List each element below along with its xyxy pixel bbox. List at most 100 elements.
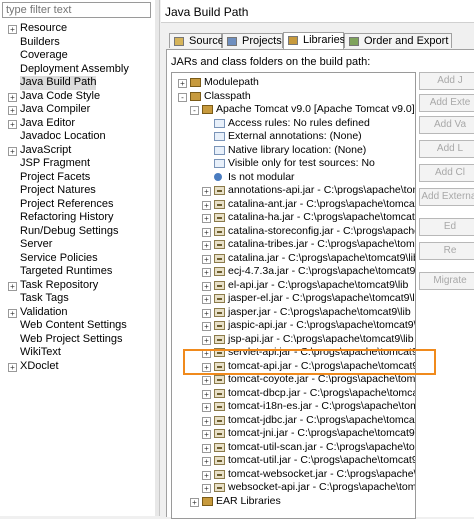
tab-libraries[interactable]: Libraries xyxy=(283,32,345,49)
nav-item[interactable]: Service Policies xyxy=(0,252,155,266)
tree-row[interactable]: + Modulepath xyxy=(172,76,415,90)
nav-item[interactable]: Coverage xyxy=(0,49,155,63)
tree-row[interactable]: + jasper.jar - C:\progs\apache\tomcat9\li… xyxy=(172,306,415,320)
tree-row[interactable]: + tomcat-jdbc.jar - C:\progs\apache\tomca… xyxy=(172,414,415,428)
expand-icon[interactable]: + xyxy=(178,79,187,88)
nav-item[interactable]: JSP Fragment xyxy=(0,157,155,171)
expand-icon[interactable]: + xyxy=(8,106,17,115)
nav-item[interactable]: + Java Editor xyxy=(0,117,155,131)
nav-item[interactable]: Project Natures xyxy=(0,184,155,198)
nav-item[interactable]: Server xyxy=(0,238,155,252)
tree-row[interactable]: - Classpath xyxy=(172,90,415,104)
tree-row[interactable]: + tomcat-coyote.jar - C:\progs\apache\tom… xyxy=(172,373,415,387)
tree-row[interactable]: Native library location: (None) xyxy=(172,144,415,158)
filter-input[interactable] xyxy=(2,2,151,18)
expand-icon[interactable]: + xyxy=(202,376,211,385)
expand-icon[interactable]: + xyxy=(202,295,211,304)
build-path-tree[interactable]: + Modulepath - Classpath - Apache Tomcat v9.0… xyxy=(171,72,416,519)
tree-row[interactable]: + annotations-api.jar - C:\progs\apache\t… xyxy=(172,184,415,198)
expand-icon[interactable]: + xyxy=(8,92,17,102)
tree-row[interactable]: + tomcat-i18n-es.jar - C:\progs\apache\to… xyxy=(172,400,415,414)
expand-icon[interactable]: + xyxy=(202,430,211,439)
expand-icon[interactable]: + xyxy=(202,241,211,250)
side-button[interactable]: Add Va xyxy=(419,116,474,134)
expand-icon[interactable]: + xyxy=(202,214,211,223)
side-button[interactable]: Migrate xyxy=(419,272,474,290)
nav-item[interactable]: Targeted Runtimes xyxy=(0,265,155,279)
tab-order-and-export[interactable]: Order and Export xyxy=(344,33,452,48)
tree-row[interactable]: + tomcat-jni.jar - C:\progs\apache\tomcat… xyxy=(172,427,415,441)
expand-icon[interactable]: + xyxy=(202,200,211,210)
nav-item[interactable]: Project Facets xyxy=(0,171,155,185)
nav-item[interactable]: + Java Compiler xyxy=(0,103,155,117)
nav-item[interactable]: Refactoring History xyxy=(0,211,155,225)
nav-item[interactable]: + Task Repository xyxy=(0,279,155,293)
side-button[interactable]: Re xyxy=(419,242,474,260)
side-button[interactable]: Add External xyxy=(419,188,474,206)
side-button[interactable]: Add Exte xyxy=(419,94,474,112)
side-button[interactable]: Add L xyxy=(419,140,474,158)
expand-icon[interactable]: + xyxy=(8,25,17,34)
tree-row[interactable]: + catalina-ha.jar - C:\progs\apache\tomca… xyxy=(172,211,415,225)
nav-item[interactable]: Web Project Settings xyxy=(0,333,155,347)
tree-row[interactable]: External annotations: (None) xyxy=(172,130,415,144)
expand-icon[interactable]: + xyxy=(190,497,199,507)
tree-row[interactable]: + catalina-ant.jar - C:\progs\apache\tomc… xyxy=(172,198,415,212)
expand-icon[interactable]: + xyxy=(202,403,211,412)
expand-icon[interactable]: + xyxy=(202,322,211,331)
expand-icon[interactable]: + xyxy=(202,443,211,453)
tree-row[interactable]: Access rules: No rules defined xyxy=(172,117,415,131)
tree-row[interactable]: + jaspic-api.jar - C:\progs\apache\tomcat… xyxy=(172,319,415,333)
tree-row[interactable]: + tomcat-util-scan.jar - C:\progs\apache\… xyxy=(172,441,415,455)
tree-row[interactable]: + catalina.jar - C:\progs\apache\tomcat9\… xyxy=(172,252,415,266)
tree-row[interactable]: + tomcat-websocket.jar - C:\progs\apache\… xyxy=(172,468,415,482)
tree-row[interactable]: + EAR Libraries xyxy=(172,495,415,509)
nav-item[interactable]: + XDoclet xyxy=(0,360,155,374)
expand-icon[interactable]: + xyxy=(202,308,211,318)
tree-row[interactable]: - Apache Tomcat v9.0 [Apache Tomcat v9.0] xyxy=(172,103,415,117)
nav-item[interactable]: Run/Debug Settings xyxy=(0,225,155,239)
nav-item[interactable]: + Resource xyxy=(0,22,155,36)
expand-icon[interactable]: + xyxy=(202,470,211,480)
collapse-icon[interactable]: - xyxy=(190,106,199,115)
expand-icon[interactable]: + xyxy=(202,187,211,196)
tree-row[interactable]: + ecj-4.7.3a.jar - C:\progs\apache\tomcat… xyxy=(172,265,415,279)
tree-row[interactable]: + jsp-api.jar - C:\progs\apache\tomcat9\l… xyxy=(172,333,415,347)
tree-row[interactable]: + el-api.jar - C:\progs\apache\tomcat9\li… xyxy=(172,279,415,293)
side-button[interactable]: Add Cl xyxy=(419,164,474,182)
side-button[interactable]: Ed xyxy=(419,218,474,236)
tab-source[interactable]: Source xyxy=(169,33,224,48)
nav-item[interactable]: + JavaScript xyxy=(0,144,155,158)
nav-item[interactable]: Web Content Settings xyxy=(0,319,155,333)
nav-item[interactable]: Java Build Path xyxy=(0,76,155,90)
tree-row[interactable]: + tomcat-dbcp.jar - C:\progs\apache\tomca… xyxy=(172,387,415,401)
tab-projects[interactable]: Projects xyxy=(222,33,283,48)
expand-icon[interactable]: + xyxy=(8,146,17,156)
expand-icon[interactable]: + xyxy=(202,335,211,345)
tree-row[interactable]: + catalina-storeconfig.jar - C:\progs\apa… xyxy=(172,225,415,239)
expand-icon[interactable]: + xyxy=(8,308,17,318)
nav-item[interactable]: + Validation xyxy=(0,306,155,320)
tree-row[interactable]: + tomcat-util.jar - C:\progs\apache\tomca… xyxy=(172,454,415,468)
expand-icon[interactable]: + xyxy=(202,254,211,264)
collapse-icon[interactable]: - xyxy=(178,92,187,102)
expand-icon[interactable]: + xyxy=(8,119,17,129)
expand-icon[interactable]: + xyxy=(202,389,211,399)
tree-row[interactable]: Visible only for test sources: No xyxy=(172,157,415,171)
expand-icon[interactable]: + xyxy=(8,281,17,291)
sash[interactable] xyxy=(155,0,160,516)
expand-icon[interactable]: + xyxy=(202,416,211,426)
expand-icon[interactable]: + xyxy=(8,362,17,372)
tree-row[interactable]: + websocket-api.jar - C:\progs\apache\tom… xyxy=(172,481,415,495)
tree-row[interactable]: + catalina-tribes.jar - C:\progs\apache\t… xyxy=(172,238,415,252)
nav-item[interactable]: Project References xyxy=(0,198,155,212)
nav-item[interactable]: Builders xyxy=(0,36,155,50)
nav-item[interactable]: Deployment Assembly xyxy=(0,63,155,77)
expand-icon[interactable]: + xyxy=(202,281,211,291)
side-button[interactable]: Add J xyxy=(419,72,474,90)
expand-icon[interactable]: + xyxy=(202,268,211,277)
tree-row[interactable]: Is not modular xyxy=(172,171,415,185)
expand-icon[interactable]: + xyxy=(202,457,211,466)
nav-item[interactable]: Task Tags xyxy=(0,292,155,306)
nav-item[interactable]: WikiText xyxy=(0,346,155,360)
